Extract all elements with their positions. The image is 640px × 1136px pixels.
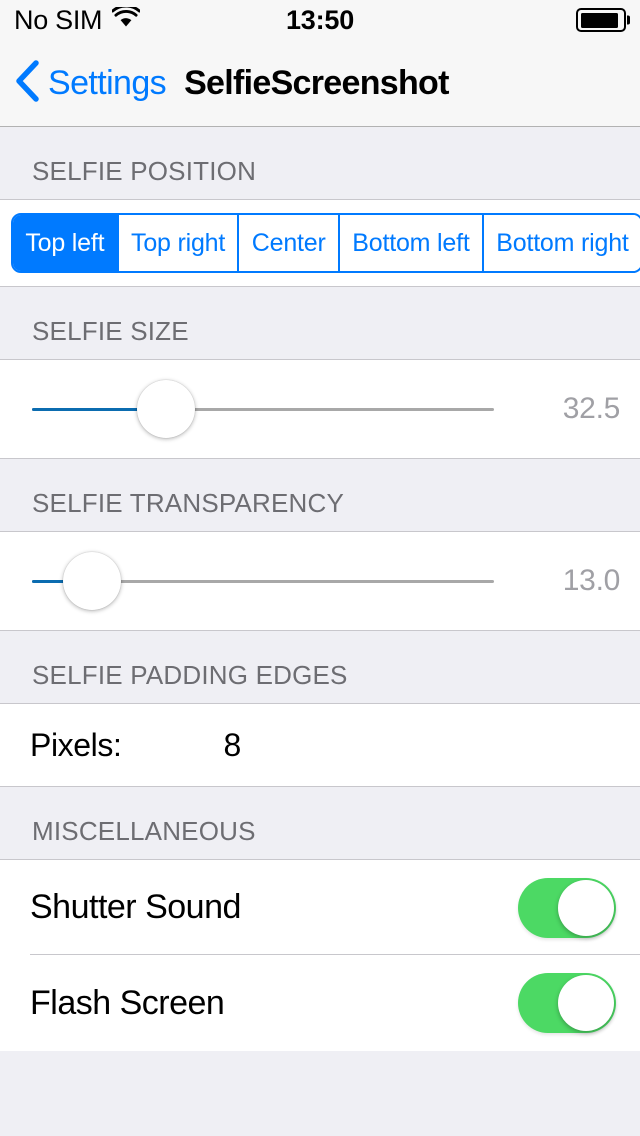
toggle-knob [558, 879, 614, 936]
selfie-size-cell: 32.5 [0, 359, 640, 459]
page-title: SelfieScreenshot [184, 63, 449, 102]
slider-thumb[interactable] [63, 552, 122, 610]
section-header-transparency: SELFIE TRANSPARENCY [0, 459, 640, 531]
section-header-label: MISCELLANEOUS [32, 816, 256, 846]
section-header-padding: SELFIE PADDING EDGES [0, 631, 640, 703]
battery-icon [576, 8, 630, 32]
selfie-size-value: 32.5 [562, 392, 621, 425]
section-header-label: SELFIE POSITION [32, 156, 257, 186]
toggle-knob [558, 975, 614, 1031]
selfie-transparency-value: 13.0 [562, 564, 621, 597]
pixels-label: Pixels: [30, 726, 122, 763]
selfie-position-segmented-control[interactable]: Top left Top right Center Bottom left Bo… [11, 213, 640, 273]
shutter-sound-label: Shutter Sound [30, 888, 241, 926]
section-header-miscellaneous: MISCELLANEOUS [0, 787, 640, 859]
segment-bottom-left[interactable]: Bottom left [337, 215, 482, 271]
segment-center[interactable]: Center [237, 215, 338, 271]
settings-table: SELFIE POSITION Top left Top right Cente… [0, 127, 640, 1051]
padding-pixels-cell[interactable]: Pixels: 8 [0, 703, 640, 787]
chevron-left-icon [14, 59, 40, 108]
section-header-position: SELFIE POSITION [0, 127, 640, 199]
navigation-bar: Settings SelfieScreenshot [0, 40, 640, 127]
segment-top-right[interactable]: Top right [116, 215, 238, 271]
status-bar-clock: 13:50 [285, 4, 355, 35]
back-button[interactable]: Settings [14, 59, 167, 108]
segment-bottom-right[interactable]: Bottom right [481, 215, 640, 271]
status-bar-right [576, 8, 630, 32]
selfie-position-cell: Top left Top right Center Bottom left Bo… [0, 199, 640, 287]
flash-screen-toggle[interactable] [518, 973, 616, 1033]
section-header-label: SELFIE SIZE [32, 316, 189, 346]
pixels-input[interactable]: 8 [223, 727, 241, 764]
shutter-sound-toggle[interactable] [518, 877, 616, 938]
segment-top-left[interactable]: Top left [13, 215, 117, 271]
selfie-transparency-slider[interactable] [32, 551, 494, 611]
section-header-label: SELFIE PADDING EDGES [32, 660, 348, 690]
selfie-transparency-cell: 13.0 [0, 531, 640, 631]
section-header-size: SELFIE SIZE [0, 287, 640, 359]
section-header-label: SELFIE TRANSPARENCY [32, 488, 345, 518]
status-bar: No SIM 13:50 [0, 0, 640, 40]
flash-screen-row[interactable]: Flash Screen [0, 955, 640, 1051]
flash-screen-label: Flash Screen [30, 983, 225, 1022]
selfie-size-slider[interactable] [32, 379, 494, 439]
back-button-label: Settings [48, 63, 167, 102]
slider-thumb[interactable] [136, 380, 195, 438]
shutter-sound-row[interactable]: Shutter Sound [0, 859, 640, 955]
